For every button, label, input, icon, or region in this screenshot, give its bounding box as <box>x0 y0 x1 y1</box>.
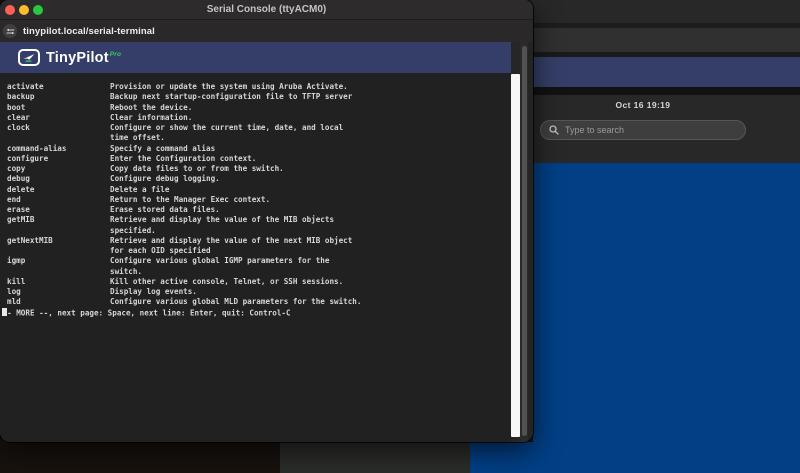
remote-clock: Oct 16 19:19 <box>533 100 753 110</box>
terminal-line: configureEnter the Configuration context… <box>2 154 511 164</box>
background-window-titlebar <box>500 0 800 23</box>
remote-search-input[interactable] <box>565 125 715 135</box>
terminal-line: deleteDelete a file <box>2 185 511 195</box>
terminal-line: logDisplay log events. <box>2 287 511 297</box>
desktop: Oct 16 19:19 Serial Console (ttyACM0) <box>0 0 800 473</box>
window-title: Serial Console (ttyACM0) <box>0 0 533 19</box>
background-window-separator <box>500 87 800 95</box>
remote-search-field[interactable] <box>540 120 746 140</box>
terminal-line: specified. <box>2 226 511 236</box>
terminal-line: command-aliasSpecify a command alias <box>2 144 511 154</box>
terminal-scrollbar[interactable] <box>511 74 520 437</box>
terminal-output[interactable]: activateProvision or update the system u… <box>0 73 511 442</box>
desktop-gap <box>280 442 470 473</box>
page-scrollbar-thumb[interactable] <box>522 46 527 436</box>
terminal-line: killKill other active console, Telnet, o… <box>2 277 511 287</box>
remote-screen-overview: Oct 16 19:19 <box>533 95 800 163</box>
terminal-more-line: - MORE --, next page: Space, next line: … <box>2 308 511 318</box>
tinypilot-header: TinyPilotPro <box>0 42 511 73</box>
pro-badge: Pro <box>110 51 121 58</box>
terminal-line: getMIBRetrieve and display the value of … <box>2 215 511 225</box>
terminal-line: copyCopy data files to or from the switc… <box>2 164 511 174</box>
terminal-line: time offset. <box>2 133 511 143</box>
remote-desktop-blue <box>470 442 533 473</box>
terminal-line: clockConfigure or show the current time,… <box>2 123 511 133</box>
remote-desktop-blue <box>533 163 800 473</box>
brand-text: TinyPilot <box>46 50 109 66</box>
terminal-line: activateProvision or update the system u… <box>2 82 511 92</box>
background-window-urlbar <box>500 28 800 52</box>
window-right-edge <box>528 42 533 442</box>
terminal-lines: activateProvision or update the system u… <box>2 82 511 308</box>
terminal-line: eraseErase stored data files. <box>2 205 511 215</box>
page-scrollbar[interactable] <box>520 42 528 442</box>
terminal-line: backupBackup next startup-configuration … <box>2 92 511 102</box>
tinypilot-brand[interactable]: TinyPilotPro <box>46 50 121 66</box>
terminal-line: getNextMIBRetrieve and display the value… <box>2 236 511 246</box>
terminal-line: igmpConfigure various global IGMP parame… <box>2 256 511 266</box>
address-bar[interactable]: tinypilot.local/serial-terminal <box>0 20 533 42</box>
site-settings-icon[interactable] <box>3 24 17 38</box>
terminal-cursor <box>2 308 7 317</box>
serial-console-window: Serial Console (ttyACM0) tinypilot.local… <box>0 0 533 442</box>
terminal-line: switch. <box>2 267 511 277</box>
terminal-line: mldConfigure various global MLD paramete… <box>2 297 511 307</box>
terminal-line: debugConfigure debug logging. <box>2 174 511 184</box>
more-prompt-text: - MORE --, next page: Space, next line: … <box>7 308 290 317</box>
terminal-line: endReturn to the Manager Exec context. <box>2 195 511 205</box>
tinypilot-logo-icon[interactable] <box>18 49 40 66</box>
terminal-line: bootReboot the device. <box>2 103 511 113</box>
terminal-line: for each OID specified <box>2 246 511 256</box>
terminal-line: clearClear information. <box>2 113 511 123</box>
window-titlebar[interactable]: Serial Console (ttyACM0) <box>0 0 533 20</box>
tinypilot-page: TinyPilotPro activateProvision or update… <box>0 42 533 442</box>
url-text[interactable]: tinypilot.local/serial-terminal <box>23 26 155 37</box>
background-tinypilot-header <box>500 57 800 87</box>
search-icon <box>549 125 559 135</box>
